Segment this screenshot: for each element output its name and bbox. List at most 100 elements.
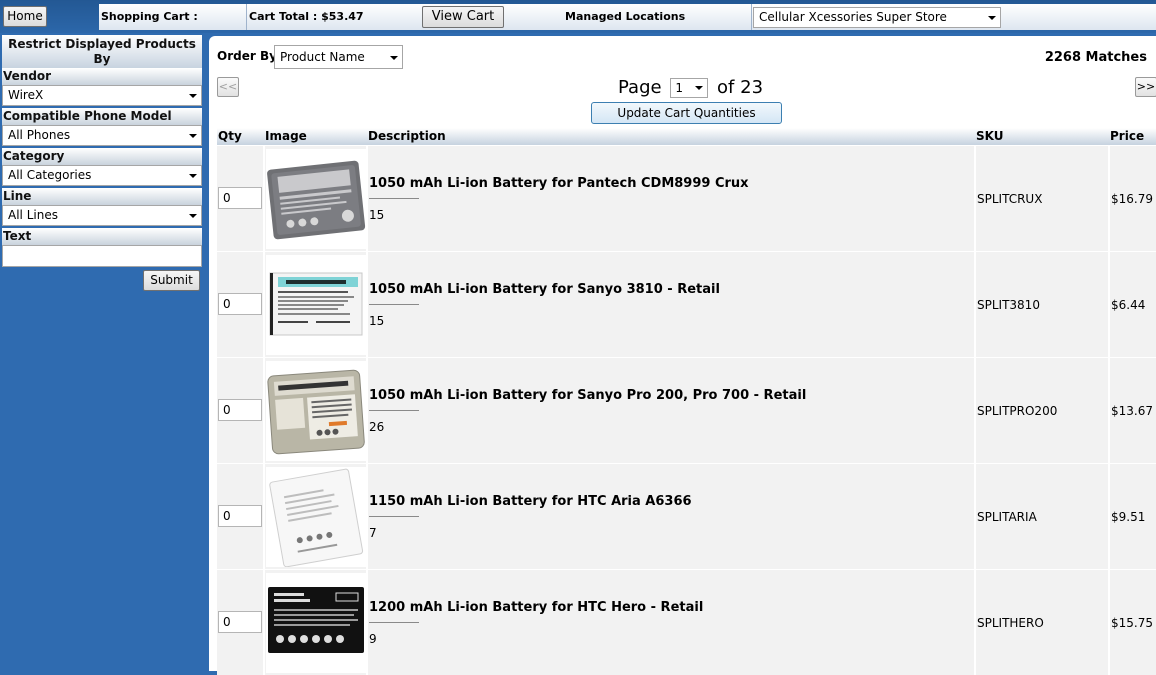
product-description[interactable]: 1050 mAh Li-ion Battery for Sanyo Pro 20… <box>369 388 806 403</box>
chevron-down-icon <box>189 94 197 98</box>
filter-sidebar: Restrict Displayed Products By Vendor Wi… <box>0 33 205 671</box>
order-by-select[interactable]: Product Name <box>274 45 403 69</box>
product-image[interactable] <box>266 467 366 567</box>
order-by-value: Product Name <box>280 50 365 64</box>
text-search-input[interactable] <box>2 245 202 267</box>
divider <box>974 146 976 251</box>
divider <box>1108 146 1110 251</box>
price: $16.79 <box>1111 192 1153 206</box>
line-select-value: All Lines <box>8 208 58 222</box>
chevron-down-icon <box>189 174 197 178</box>
divider <box>974 570 976 675</box>
divider <box>263 358 265 463</box>
divider <box>1108 464 1110 569</box>
cart-strip: Shopping Cart : Cart Total : $53.47 View… <box>99 4 1156 30</box>
divider <box>366 146 368 251</box>
battery-gray-image <box>267 160 366 240</box>
location-select[interactable]: Cellular Xcessories Super Store <box>753 7 1001 28</box>
divider <box>263 146 265 251</box>
battery-silver-image <box>267 369 365 455</box>
table-row: 0 1200 mAh Li-ion Battery for HTC Hero -… <box>217 570 1156 675</box>
product-list-panel: Order By: Product Name 2268 Matches << P… <box>209 36 1156 675</box>
previous-page-button[interactable]: << <box>217 77 239 97</box>
stock-count: 26 <box>369 420 385 434</box>
table-row: 0 1050 mAh Li-ion Battery for Pantech CD… <box>217 146 1156 251</box>
product-image[interactable] <box>266 255 366 355</box>
text-label: Text <box>2 228 202 245</box>
product-description[interactable]: 1150 mAh Li-ion Battery for HTC Aria A63… <box>369 494 692 509</box>
quantity-input[interactable]: 0 <box>218 399 262 421</box>
stock-count: 15 <box>369 208 385 222</box>
home-button[interactable]: Home <box>3 6 47 27</box>
chevron-down-icon <box>695 86 704 90</box>
vendor-select[interactable]: WireX <box>2 85 202 106</box>
product-image[interactable] <box>266 573 366 673</box>
price: $9.51 <box>1111 510 1146 524</box>
sku: SPLITCRUX <box>977 192 1043 206</box>
vendor-label: Vendor <box>2 68 202 85</box>
divider <box>1108 358 1110 463</box>
category-select[interactable]: All Categories <box>2 165 202 186</box>
divider <box>369 304 419 305</box>
next-page-button[interactable]: >> <box>1135 77 1156 97</box>
column-header-sku: SKU <box>976 129 1004 143</box>
sidebar-title: Restrict Displayed Products By <box>2 35 202 69</box>
product-image[interactable] <box>266 361 366 461</box>
divider <box>366 358 368 463</box>
view-cart-button[interactable]: View Cart <box>422 6 504 28</box>
table-row: 0 1050 mAh Li-ion Battery for Sanyo Pro … <box>217 358 1156 463</box>
submit-button[interactable]: Submit <box>143 270 200 291</box>
product-image[interactable] <box>266 149 366 249</box>
table-row: 0 1150 mAh Li-ion Battery for HTC Aria A… <box>217 464 1156 569</box>
quantity-input[interactable]: 0 <box>218 187 262 209</box>
product-description[interactable]: 1050 mAh Li-ion Battery for Pantech CDM8… <box>369 176 749 191</box>
product-description[interactable]: 1050 mAh Li-ion Battery for Sanyo 3810 -… <box>369 282 720 297</box>
managed-locations-label: Managed Locations <box>565 10 686 23</box>
quantity-input[interactable]: 0 <box>218 611 262 633</box>
sku: SPLIT3810 <box>977 298 1040 312</box>
top-bar: Home Shopping Cart : Cart Total : $53.47… <box>0 0 1156 33</box>
column-header-qty: Qty <box>218 129 242 143</box>
divider <box>369 516 419 517</box>
divider <box>974 358 976 463</box>
chevron-down-icon <box>988 16 996 20</box>
page-select[interactable]: 1 <box>670 78 709 98</box>
page-select-value: 1 <box>675 81 683 95</box>
page-label: Page <box>618 77 662 98</box>
pager: Page 1 of 23 <box>618 77 763 99</box>
battery-black-image <box>268 587 364 653</box>
battery-white-teal-image <box>269 272 363 336</box>
divider <box>369 198 419 199</box>
phone-model-label: Compatible Phone Model <box>2 108 202 125</box>
divider <box>263 464 265 569</box>
price: $15.75 <box>1111 616 1153 630</box>
divider <box>751 4 752 30</box>
product-description[interactable]: 1200 mAh Li-ion Battery for HTC Hero - R… <box>369 600 703 615</box>
vendor-select-value: WireX <box>8 88 44 102</box>
update-cart-quantities-button[interactable]: Update Cart Quantities <box>591 102 782 124</box>
stock-count: 7 <box>369 526 377 540</box>
phone-model-select-value: All Phones <box>8 128 71 142</box>
column-header-image: Image <box>265 129 307 143</box>
divider <box>366 252 368 357</box>
divider <box>263 252 265 357</box>
divider <box>366 464 368 569</box>
divider <box>369 410 419 411</box>
column-header-description: Description <box>368 129 446 143</box>
line-select[interactable]: All Lines <box>2 205 202 226</box>
price: $13.67 <box>1111 404 1153 418</box>
phone-model-select[interactable]: All Phones <box>2 125 202 146</box>
divider <box>366 570 368 675</box>
line-label: Line <box>2 188 202 205</box>
quantity-input[interactable]: 0 <box>218 505 262 527</box>
stock-count: 15 <box>369 314 385 328</box>
sku: SPLITARIA <box>977 510 1037 524</box>
location-select-value: Cellular Xcessories Super Store <box>759 10 947 24</box>
price: $6.44 <box>1111 298 1146 312</box>
divider <box>263 570 265 675</box>
page-total: of 23 <box>717 77 764 98</box>
battery-white-image <box>269 468 364 567</box>
quantity-input[interactable]: 0 <box>218 293 262 315</box>
chevron-down-icon <box>189 214 197 218</box>
divider <box>974 252 976 357</box>
